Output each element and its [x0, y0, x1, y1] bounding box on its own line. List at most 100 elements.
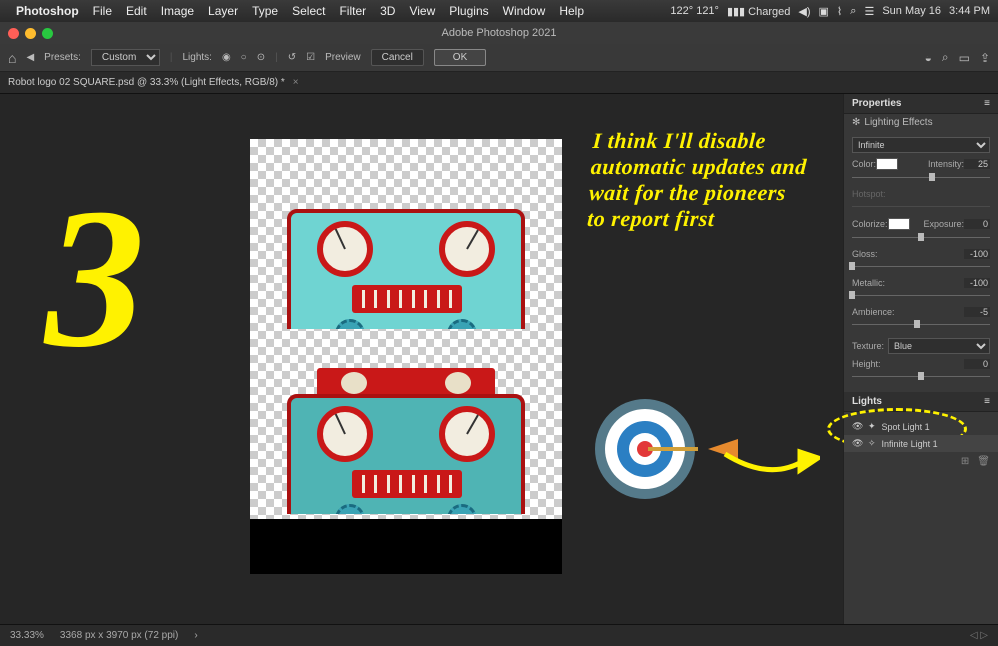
- battery-status[interactable]: ▮▮▮ Charged: [727, 5, 790, 18]
- chevron-right-icon[interactable]: ›: [194, 630, 197, 641]
- search-app-icon[interactable]: ⌕: [942, 50, 949, 65]
- panel-menu-icon[interactable]: ≡: [984, 98, 990, 109]
- arrow-annotation: [720, 442, 820, 495]
- metallic-slider[interactable]: [852, 291, 990, 301]
- minimize-window-button[interactable]: [25, 28, 36, 39]
- intensity-label: Intensity:: [928, 159, 964, 169]
- ambience-label: Ambience:: [852, 307, 895, 317]
- presets-label: Presets:: [44, 52, 81, 63]
- robot-graphic-bottom: [287, 324, 525, 514]
- clock-date[interactable]: Sun May 16: [882, 5, 941, 17]
- menu-3d[interactable]: 3D: [380, 4, 395, 18]
- fullscreen-window-button[interactable]: [42, 28, 53, 39]
- color-swatch[interactable]: [876, 158, 898, 170]
- wifi-icon[interactable]: ⌇: [837, 5, 842, 18]
- light-type-select[interactable]: Infinite: [852, 137, 990, 153]
- user-icon[interactable]: ◒: [925, 51, 932, 65]
- menu-plugins[interactable]: Plugins: [449, 4, 488, 18]
- transparent-background: [250, 139, 562, 519]
- display-icon[interactable]: ▣: [819, 5, 829, 18]
- window-titlebar[interactable]: Adobe Photoshop 2021: [0, 22, 998, 44]
- height-slider[interactable]: [852, 372, 990, 382]
- light-item-infinite[interactable]: 👁 ✧ Infinite Light 1: [844, 435, 998, 452]
- gloss-label: Gloss:: [852, 249, 878, 259]
- document-dimensions[interactable]: 3368 px x 3970 px (72 ppi): [60, 630, 178, 641]
- properties-panel-header[interactable]: Properties≡: [844, 94, 998, 114]
- close-window-button[interactable]: [8, 28, 19, 39]
- visibility-toggle-icon[interactable]: 👁: [852, 421, 862, 432]
- light-spot-icon[interactable]: ◉: [222, 52, 231, 63]
- volume-icon[interactable]: ◀︎): [798, 5, 810, 18]
- menu-select[interactable]: Select: [292, 4, 325, 18]
- properties-subtype: ✻ Lighting Effects: [844, 114, 998, 131]
- artboard[interactable]: [250, 139, 562, 574]
- menu-image[interactable]: Image: [161, 4, 194, 18]
- light-name: Spot Light 1: [882, 422, 930, 432]
- menu-window[interactable]: Window: [503, 4, 546, 18]
- colorize-label: Colorize:: [852, 219, 888, 229]
- intensity-value[interactable]: 25: [964, 159, 990, 169]
- intensity-slider[interactable]: [852, 173, 990, 183]
- window-title: Adobe Photoshop 2021: [442, 27, 557, 39]
- menu-help[interactable]: Help: [559, 4, 584, 18]
- light-fx-icon: ✻: [852, 117, 860, 128]
- exposure-slider[interactable]: [852, 233, 990, 243]
- height-label: Height:: [852, 359, 881, 369]
- document-tab-bar: Robot logo 02 SQUARE.psd @ 33.3% (Light …: [0, 72, 998, 94]
- workspace-icon[interactable]: ▭: [959, 51, 970, 65]
- menu-filter[interactable]: Filter: [339, 4, 366, 18]
- light-name: Infinite Light 1: [882, 439, 938, 449]
- menu-layer[interactable]: Layer: [208, 4, 238, 18]
- color-label: Color:: [852, 159, 876, 169]
- home-icon[interactable]: ⌂: [8, 50, 16, 66]
- menu-edit[interactable]: Edit: [126, 4, 147, 18]
- metallic-label: Metallic:: [852, 278, 885, 288]
- cancel-button[interactable]: Cancel: [371, 49, 424, 66]
- lights-label: Lights:: [182, 52, 211, 63]
- right-panels: Properties≡ ✻ Lighting Effects Infinite …: [843, 94, 998, 624]
- hotspot-slider: [852, 202, 990, 212]
- light-point-icon[interactable]: ○: [241, 52, 247, 63]
- height-value[interactable]: 0: [964, 359, 990, 369]
- gloss-slider[interactable]: [852, 262, 990, 272]
- robot-graphic-top: [287, 139, 525, 329]
- back-icon[interactable]: ◀: [26, 52, 34, 63]
- zoom-level[interactable]: 33.33%: [10, 630, 44, 641]
- app-menu[interactable]: Photoshop: [16, 4, 79, 18]
- menu-view[interactable]: View: [409, 4, 435, 18]
- delete-light-icon[interactable]: 🗑: [977, 456, 990, 467]
- colorize-swatch[interactable]: [888, 218, 910, 230]
- scroll-indicator[interactable]: ◁ ▷: [970, 630, 988, 641]
- texture-select[interactable]: Blue: [888, 338, 990, 354]
- reset-icon[interactable]: ↺: [288, 52, 296, 63]
- canvas-area[interactable]: 3 I think I'll: [0, 94, 843, 624]
- spot-light-icon: ✦: [868, 421, 876, 432]
- light-item-spot[interactable]: 👁 ✦ Spot Light 1: [844, 418, 998, 435]
- preview-checkbox[interactable]: ☑: [306, 52, 315, 63]
- annotation-text: I think I'll disable automatic updates a…: [586, 128, 813, 232]
- temp-readout: 122° 121°: [670, 5, 719, 17]
- document-tab[interactable]: Robot logo 02 SQUARE.psd @ 33.3% (Light …: [8, 77, 285, 88]
- lights-panel-menu-icon[interactable]: ≡: [984, 396, 990, 407]
- menu-type[interactable]: Type: [252, 4, 278, 18]
- gloss-value[interactable]: -100: [964, 249, 990, 259]
- presets-select[interactable]: Custom: [91, 49, 160, 66]
- share-icon[interactable]: ⇪: [980, 51, 990, 65]
- exposure-value[interactable]: 0: [964, 219, 990, 229]
- add-light-icon[interactable]: ⊞: [961, 456, 969, 467]
- macos-menubar[interactable]: Photoshop File Edit Image Layer Type Sel…: [0, 0, 998, 22]
- clock-time[interactable]: 3:44 PM: [949, 5, 990, 17]
- preview-label: Preview: [325, 52, 361, 63]
- close-tab-icon[interactable]: ×: [293, 77, 299, 88]
- ambience-value[interactable]: -5: [964, 307, 990, 317]
- status-bar: 33.33% 3368 px x 3970 px (72 ppi) › ◁ ▷: [0, 624, 998, 646]
- ok-button[interactable]: OK: [434, 49, 486, 66]
- infinite-light-icon: ✧: [868, 438, 876, 449]
- control-center-icon[interactable]: ☰: [864, 5, 874, 18]
- search-icon[interactable]: ⌕: [850, 5, 856, 18]
- ambience-slider[interactable]: [852, 320, 990, 330]
- light-infinite-icon[interactable]: ⊙: [257, 52, 265, 63]
- menu-file[interactable]: File: [93, 4, 112, 18]
- metallic-value[interactable]: -100: [964, 278, 990, 288]
- visibility-toggle-icon[interactable]: 👁: [852, 438, 862, 449]
